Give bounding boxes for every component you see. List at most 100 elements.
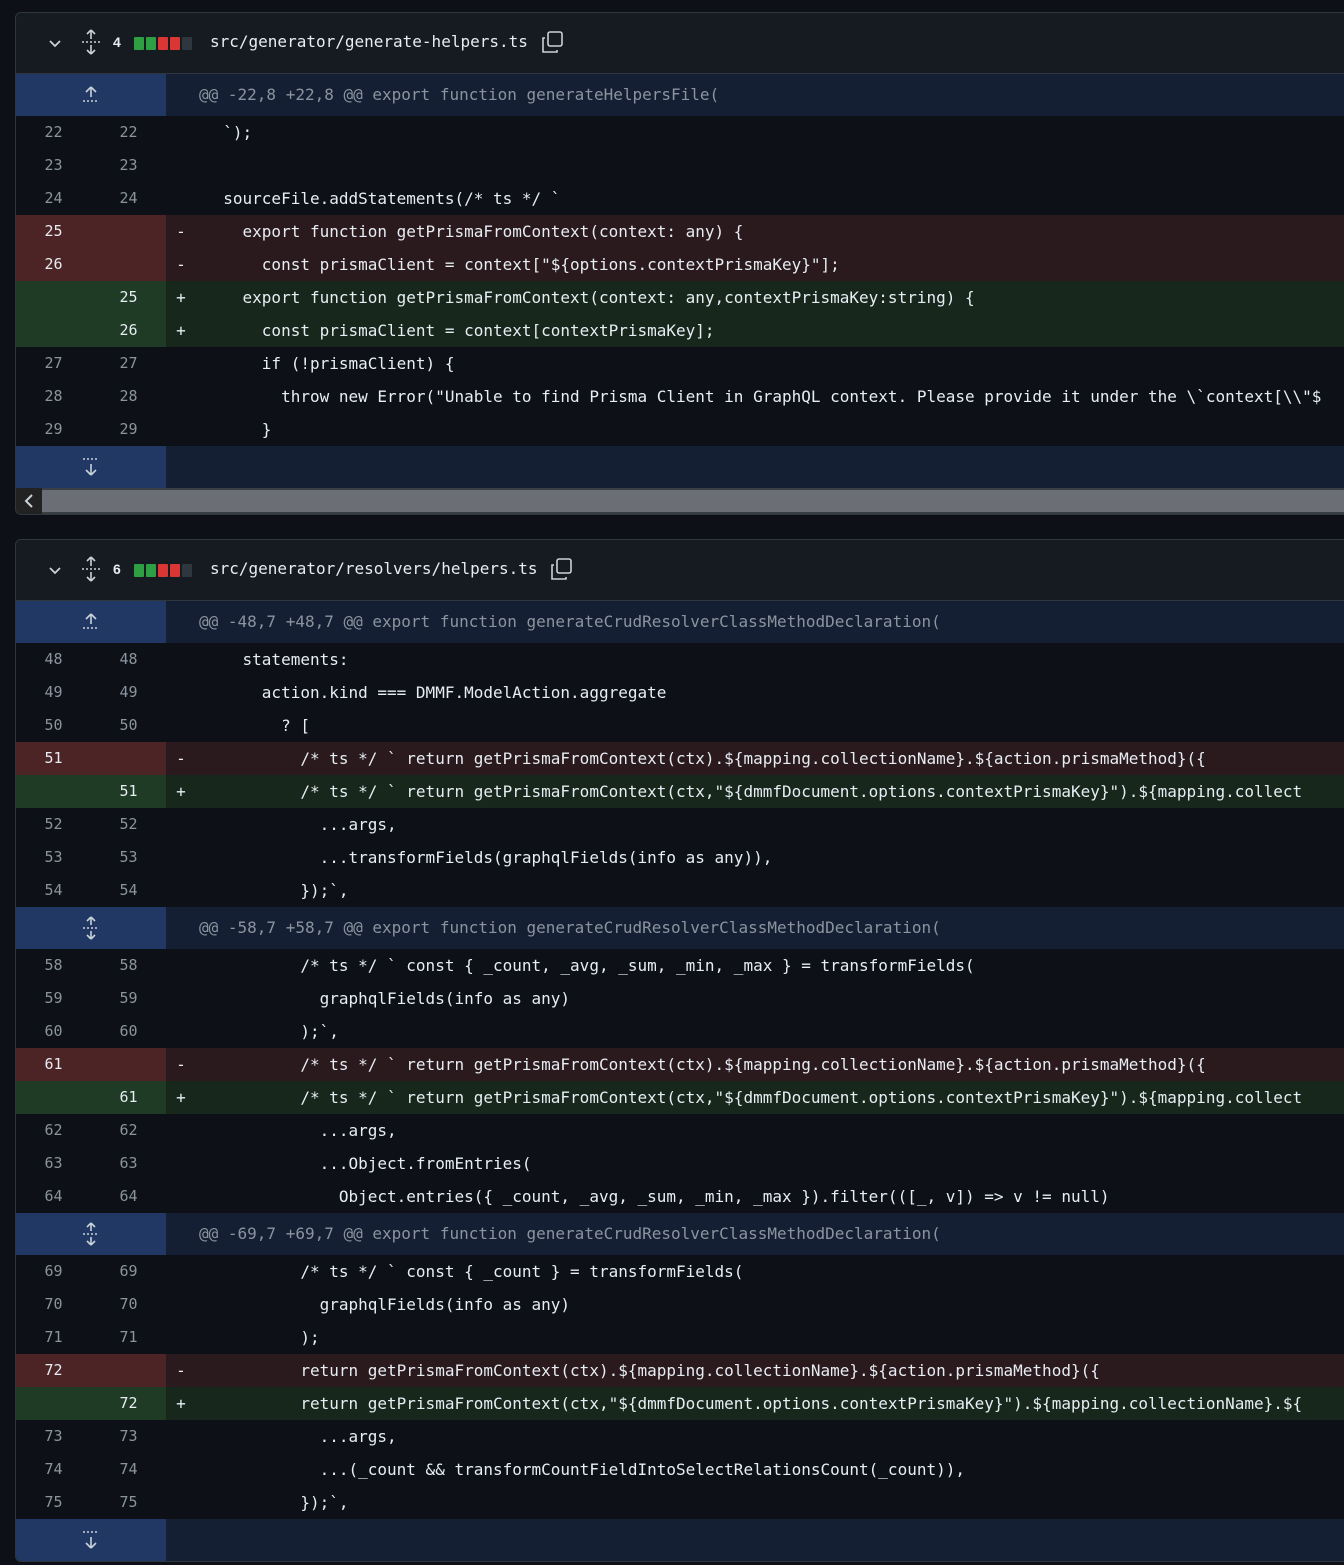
old-line-number[interactable]: 75	[16, 1486, 91, 1519]
old-line-number[interactable]: 58	[16, 949, 91, 982]
file-path[interactable]: src/generator/generate-helpers.ts	[210, 32, 528, 51]
horizontal-scrollbar[interactable]	[16, 488, 1344, 514]
new-line-number[interactable]: 50	[91, 709, 166, 742]
hunk-expand-gutter[interactable]	[16, 74, 166, 116]
expand-down-icon[interactable]	[80, 1528, 102, 1552]
diff-line: 62 62 ...args,	[16, 1114, 1344, 1147]
new-line-number[interactable]: 51	[91, 775, 166, 808]
expand-both-icon[interactable]	[80, 916, 102, 940]
new-line-number[interactable]: 28	[91, 380, 166, 413]
old-line-number[interactable]: 22	[16, 116, 91, 149]
new-line-number[interactable]: 49	[91, 676, 166, 709]
new-line-number[interactable]: 26	[91, 314, 166, 347]
expand-all-icon[interactable]	[80, 556, 102, 582]
new-line-number[interactable]: 27	[91, 347, 166, 380]
old-line-number[interactable]: 27	[16, 347, 91, 380]
old-line-number[interactable]: 73	[16, 1420, 91, 1453]
new-line-number[interactable]: 52	[91, 808, 166, 841]
chevron-down-icon[interactable]	[47, 35, 63, 51]
expand-all-icon[interactable]	[80, 29, 102, 55]
old-line-number[interactable]: 70	[16, 1288, 91, 1321]
code-text: return getPrismaFromContext(ctx).${mappi…	[204, 1361, 1100, 1380]
hunk-header: @@ -48,7 +48,7 @@ export function genera…	[16, 601, 1344, 643]
old-line-number[interactable]: 54	[16, 874, 91, 907]
new-line-number[interactable]: 70	[91, 1288, 166, 1321]
old-line-number[interactable]: 62	[16, 1114, 91, 1147]
new-line-number[interactable]: 63	[91, 1147, 166, 1180]
expand-up-icon[interactable]	[80, 610, 102, 634]
new-line-number[interactable]: 74	[91, 1453, 166, 1486]
old-line-number[interactable]	[16, 281, 91, 314]
new-line-number[interactable]: 54	[91, 874, 166, 907]
new-line-number[interactable]: 23	[91, 149, 166, 182]
old-line-number[interactable]: 63	[16, 1147, 91, 1180]
old-line-number[interactable]: 25	[16, 215, 91, 248]
copy-icon[interactable]	[540, 30, 564, 54]
old-line-number[interactable]: 26	[16, 248, 91, 281]
copy-icon[interactable]	[549, 557, 573, 581]
diff-line: 63 63 ...Object.fromEntries(	[16, 1147, 1344, 1180]
new-line-number[interactable]	[91, 1048, 166, 1081]
old-line-number[interactable]	[16, 1081, 91, 1114]
new-line-number[interactable]: 22	[91, 116, 166, 149]
new-line-number[interactable]	[91, 742, 166, 775]
new-line-number[interactable]: 71	[91, 1321, 166, 1354]
old-line-number[interactable]	[16, 775, 91, 808]
hunk-expand-gutter[interactable]	[16, 1519, 166, 1561]
new-line-number[interactable]	[91, 248, 166, 281]
diff-sign	[166, 1114, 196, 1147]
old-line-number[interactable]: 52	[16, 808, 91, 841]
old-line-number[interactable]: 51	[16, 742, 91, 775]
hunk-expand-gutter[interactable]	[16, 601, 166, 643]
scrollbar-thumb[interactable]	[42, 490, 1344, 512]
old-line-number[interactable]: 50	[16, 709, 91, 742]
new-line-number[interactable]: 73	[91, 1420, 166, 1453]
chevron-down-icon[interactable]	[47, 562, 63, 578]
old-line-number[interactable]: 23	[16, 149, 91, 182]
diff-line: 23 23	[16, 149, 1344, 182]
code-text: action.kind === DMMF.ModelAction.aggrega…	[204, 683, 667, 702]
new-line-number[interactable]: 61	[91, 1081, 166, 1114]
diff-sign	[166, 1453, 196, 1486]
new-line-number[interactable]: 29	[91, 413, 166, 446]
new-line-number[interactable]: 69	[91, 1255, 166, 1288]
new-line-number[interactable]: 60	[91, 1015, 166, 1048]
old-line-number[interactable]: 71	[16, 1321, 91, 1354]
old-line-number[interactable]: 60	[16, 1015, 91, 1048]
new-line-number[interactable]: 58	[91, 949, 166, 982]
hunk-expand-gutter[interactable]	[16, 907, 166, 949]
old-line-number[interactable]: 53	[16, 841, 91, 874]
hunk-expand-gutter[interactable]	[16, 446, 166, 488]
scroll-left-icon[interactable]	[16, 488, 42, 514]
expand-up-icon[interactable]	[80, 83, 102, 107]
old-line-number[interactable]: 69	[16, 1255, 91, 1288]
hunk-expand-gutter[interactable]	[16, 1213, 166, 1255]
expand-down-icon[interactable]	[80, 455, 102, 479]
new-line-number[interactable]	[91, 1354, 166, 1387]
new-line-number[interactable]: 53	[91, 841, 166, 874]
old-line-number[interactable]: 61	[16, 1048, 91, 1081]
new-line-number[interactable]: 59	[91, 982, 166, 1015]
file-path[interactable]: src/generator/resolvers/helpers.ts	[210, 559, 538, 578]
old-line-number[interactable]: 24	[16, 182, 91, 215]
old-line-number[interactable]: 74	[16, 1453, 91, 1486]
new-line-number[interactable]: 25	[91, 281, 166, 314]
new-line-number[interactable]	[91, 215, 166, 248]
old-line-number[interactable]: 72	[16, 1354, 91, 1387]
old-line-number[interactable]	[16, 314, 91, 347]
new-line-number[interactable]: 64	[91, 1180, 166, 1213]
old-line-number[interactable]: 49	[16, 676, 91, 709]
old-line-number[interactable]: 28	[16, 380, 91, 413]
old-line-number[interactable]: 48	[16, 643, 91, 676]
expand-both-icon[interactable]	[80, 1222, 102, 1246]
old-line-number[interactable]	[16, 1387, 91, 1420]
code-text: ...Object.fromEntries(	[204, 1154, 532, 1173]
old-line-number[interactable]: 29	[16, 413, 91, 446]
new-line-number[interactable]: 48	[91, 643, 166, 676]
old-line-number[interactable]: 64	[16, 1180, 91, 1213]
new-line-number[interactable]: 75	[91, 1486, 166, 1519]
new-line-number[interactable]: 24	[91, 182, 166, 215]
new-line-number[interactable]: 72	[91, 1387, 166, 1420]
old-line-number[interactable]: 59	[16, 982, 91, 1015]
new-line-number[interactable]: 62	[91, 1114, 166, 1147]
